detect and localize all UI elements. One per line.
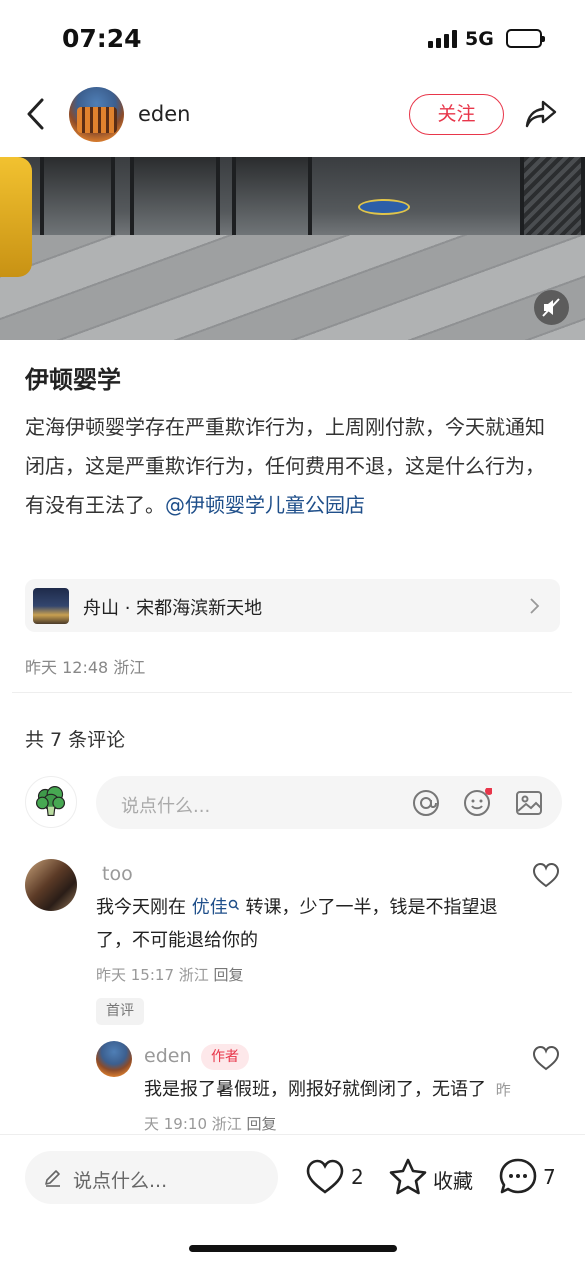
- share-icon[interactable]: [524, 97, 558, 131]
- first-comment-tag: 首评: [96, 998, 144, 1025]
- comment-total: 7: [543, 1165, 556, 1189]
- author-tag: 作者: [201, 1044, 249, 1070]
- post-title: 伊顿婴学: [25, 366, 121, 394]
- replier-avatar[interactable]: [96, 1041, 132, 1077]
- post-mention-link[interactable]: @伊顿婴学儿童公园店: [165, 493, 365, 517]
- author-avatar[interactable]: [69, 87, 124, 142]
- nav-bar: eden 关注: [0, 80, 585, 152]
- comment-count: 共 7 条评论: [25, 729, 126, 751]
- divider: [12, 692, 572, 693]
- like-icon[interactable]: [305, 1157, 345, 1197]
- battery-icon: [506, 29, 545, 48]
- comment-input[interactable]: 说点什么...: [96, 776, 562, 829]
- comment-input-placeholder: 说点什么...: [121, 796, 211, 817]
- author-username[interactable]: eden: [138, 102, 190, 126]
- reply-text: 我是报了暑假班，刚报好就倒闭了，无语了 昨天 19:10 浙江 回复: [144, 1073, 514, 1141]
- commenter-avatar[interactable]: [25, 859, 77, 911]
- post-media[interactable]: [0, 157, 585, 340]
- post-meta: 昨天 12:48 浙江: [25, 658, 146, 677]
- like-icon[interactable]: [532, 1045, 560, 1071]
- status-time: 07:24: [62, 24, 142, 53]
- comment-input-row: 说点什么...: [0, 776, 585, 830]
- back-icon[interactable]: [22, 96, 52, 132]
- reply-button[interactable]: 回复: [247, 1115, 277, 1133]
- comment-icon[interactable]: [498, 1157, 538, 1197]
- mascot-figure: [0, 157, 32, 277]
- follow-button[interactable]: 关注: [409, 94, 504, 135]
- bottom-comment-input[interactable]: 说点什么...: [25, 1151, 278, 1204]
- signal-icon: [428, 30, 458, 48]
- floor-sign: [358, 199, 410, 215]
- location-card[interactable]: 舟山 · 宋都海滨新天地: [25, 579, 560, 632]
- reply-button[interactable]: 回复: [214, 966, 244, 984]
- collect-label[interactable]: 收藏: [433, 1165, 473, 1194]
- reply-text-body: 我是报了暑假班，刚报好就倒闭了，无语了: [144, 1079, 486, 1100]
- search-icon: [228, 899, 239, 911]
- comment-text: 我今天刚在 优佳 转课，少了一半，钱是不指望退了，不可能退给你的: [96, 891, 516, 957]
- at-icon[interactable]: [411, 788, 441, 818]
- bottom-input-placeholder: 说点什么...: [73, 1170, 168, 1192]
- post-body: 定海伊顿婴学存在严重欺诈行为，上周刚付款，今天就通知闭店，这是严重欺诈行为，任何…: [25, 408, 560, 525]
- replier-name[interactable]: eden: [144, 1045, 191, 1067]
- like-icon[interactable]: [532, 862, 560, 888]
- commenter-name[interactable]: too: [102, 863, 133, 885]
- broccoli-icon: [36, 786, 66, 817]
- home-indicator: [189, 1245, 397, 1252]
- network-type: 5G: [465, 28, 494, 50]
- comment-time: 昨天 15:17 浙江: [96, 966, 209, 984]
- comment-meta: 昨天 15:17 浙江 回复: [96, 964, 244, 985]
- comment-link[interactable]: 优佳: [192, 897, 228, 918]
- emoji-icon[interactable]: [462, 788, 492, 818]
- status-bar: 07:24 5G: [0, 0, 585, 78]
- star-icon[interactable]: [388, 1157, 428, 1197]
- image-icon[interactable]: [514, 788, 544, 818]
- pencil-icon: [45, 1170, 60, 1187]
- chevron-right-icon: [530, 598, 540, 614]
- self-avatar: [25, 776, 77, 828]
- location-name: 舟山 · 宋都海滨新天地: [83, 598, 263, 619]
- comment-text-part: 我今天刚在: [96, 897, 192, 918]
- mute-icon[interactable]: [534, 290, 569, 325]
- like-count: 2: [351, 1165, 364, 1189]
- location-thumbnail: [33, 588, 69, 624]
